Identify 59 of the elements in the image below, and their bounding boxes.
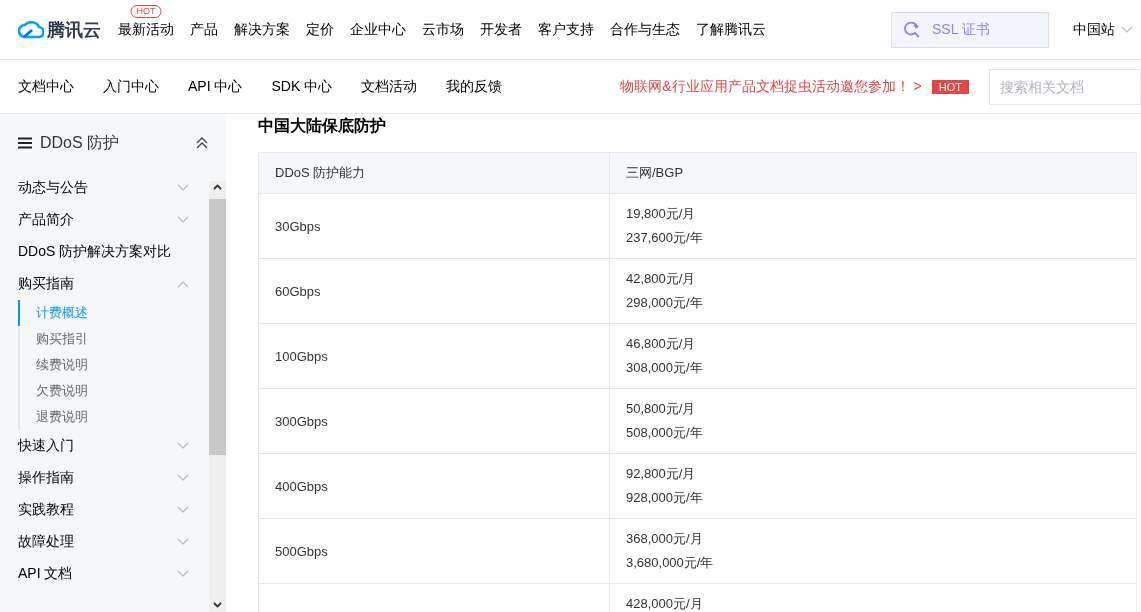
table-cell: 42,800元/月 298,000元/年: [609, 258, 1137, 324]
sidebar-item[interactable]: 产品简介: [0, 204, 208, 236]
nav-link[interactable]: 云市场: [422, 21, 464, 37]
sidebar-item[interactable]: 故障处理: [0, 526, 208, 558]
sidebar-item[interactable]: 购买指南: [0, 268, 208, 300]
table-cell: 50,800元/月 508,000元/年: [609, 388, 1137, 454]
logo-text[interactable]: 腾讯云: [47, 17, 101, 42]
table-cell: 400Gbps: [258, 453, 610, 519]
table-cell: 368,000元/月 3,680,000元/年: [609, 518, 1137, 584]
nav-link[interactable]: 企业中心: [350, 21, 406, 37]
sidebar-title: DDoS 防护: [40, 132, 121, 153]
table-cell: 92,800元/月 928,000元/年: [609, 453, 1137, 519]
table-cell: 46,800元/月 308,000元/年: [609, 323, 1137, 389]
promo-link[interactable]: 物联网&行业应用产品文档捉虫活动邀您参加！ >: [620, 77, 922, 96]
sidebar-subitem[interactable]: 退费说明: [18, 404, 208, 430]
table-cell: 60Gbps: [258, 258, 610, 324]
sidebar-item[interactable]: 操作指南: [0, 462, 208, 494]
chevron-icon: [1121, 25, 1133, 34]
sidebar-item[interactable]: 实践教程: [0, 494, 208, 526]
section-heading: 中国大陆保底防护: [258, 116, 387, 136]
nav-link[interactable]: 客户支持: [538, 21, 594, 37]
table-cell: 30Gbps: [258, 193, 610, 259]
sidebar-subitem[interactable]: 欠费说明: [18, 378, 208, 404]
doc-nav-link[interactable]: 入门中心: [103, 77, 159, 96]
scrollbar[interactable]: [209, 181, 226, 612]
scroll-down-icon[interactable]: [213, 602, 222, 608]
nav-link[interactable]: 合作与生态: [610, 21, 680, 37]
table-cell: 500Gbps: [258, 518, 610, 584]
column-header: 三网/BGP: [609, 152, 1137, 194]
nav-link[interactable]: 产品: [190, 21, 218, 37]
sidebar-subitem[interactable]: 购买指引: [18, 326, 208, 352]
doc-nav-link[interactable]: 我的反馈: [446, 77, 503, 96]
collapse-icon[interactable]: [196, 137, 208, 149]
doc-search-field[interactable]: 搜索相关文档: [989, 68, 1141, 105]
scroll-up-icon[interactable]: [213, 184, 222, 190]
table-cell: 19,800元/月 237,600元/年: [609, 193, 1137, 259]
table-cell: 300Gbps: [258, 388, 610, 454]
nav-link[interactable]: 定价: [306, 21, 334, 37]
sidebar-subitem[interactable]: 续费说明: [18, 352, 208, 378]
nav-link[interactable]: 解决方案: [234, 21, 290, 37]
menu-icon: [18, 137, 32, 149]
doc-nav-link[interactable]: 文档中心: [18, 77, 74, 96]
sidebar-item[interactable]: 动态与公告: [0, 172, 208, 204]
search-icon: [904, 21, 920, 38]
cloud-logo-icon: [18, 20, 44, 39]
sidebar-item[interactable]: DDoS 防护解决方案对比: [0, 236, 208, 268]
nav-link[interactable]: 最新活动: [118, 21, 174, 37]
region-selector[interactable]: 中国站: [1073, 20, 1115, 39]
hot-badge: HOT: [931, 79, 969, 94]
table-cell: 100Gbps: [258, 323, 610, 389]
doc-nav-link[interactable]: SDK 中心: [271, 77, 333, 96]
nav-link[interactable]: 了解腾讯云: [696, 21, 766, 37]
nav-link[interactable]: 开发者: [480, 21, 522, 37]
hot-badge: HOT: [130, 5, 162, 18]
sidebar-item[interactable]: API 文档: [0, 558, 208, 590]
doc-nav-link[interactable]: API 中心: [188, 77, 243, 96]
doc-nav-link[interactable]: 文档活动: [361, 77, 418, 96]
sidebar-item[interactable]: 快速入门: [0, 430, 208, 462]
column-header: DDoS 防护能力: [258, 152, 610, 194]
